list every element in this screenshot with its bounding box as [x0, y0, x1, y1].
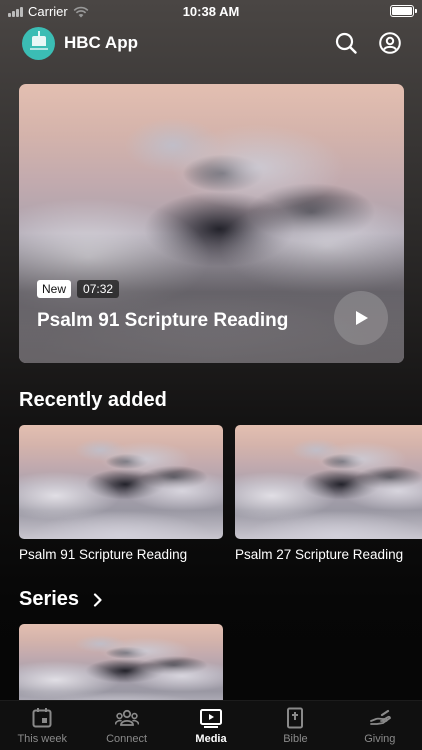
tab-media[interactable]: Media	[169, 701, 253, 750]
tab-connect[interactable]: Connect	[84, 701, 168, 750]
status-bar: Carrier 10:38 AM	[0, 0, 422, 22]
hero-badges: New 07:32	[37, 280, 120, 298]
profile-button[interactable]	[378, 31, 402, 55]
tab-label: This week	[17, 732, 67, 745]
app-header: HBC App	[22, 26, 402, 60]
search-icon	[335, 32, 357, 54]
play-screen-icon	[200, 708, 223, 728]
recently-added-heading: Recently added	[19, 389, 167, 411]
tab-label: Media	[195, 732, 227, 745]
header-actions	[334, 31, 402, 55]
tab-label: Connect	[106, 732, 148, 745]
chevron-right-icon	[93, 592, 102, 607]
calendar-icon	[32, 707, 52, 727]
media-thumbnail	[19, 425, 223, 539]
series-heading-label: Series	[19, 588, 80, 610]
play-button[interactable]	[334, 291, 388, 345]
media-thumbnail	[235, 425, 422, 539]
tab-bar: This week Connect Media Bible Giving	[0, 700, 422, 750]
status-time: 10:38 AM	[182, 4, 240, 19]
duration-badge: 07:32	[77, 280, 120, 298]
tab-bible[interactable]: Bible	[253, 701, 337, 750]
featured-media-card[interactable]: New 07:32 Psalm 91 Scripture Reading	[19, 84, 404, 363]
search-button[interactable]	[334, 31, 358, 55]
tab-this-week[interactable]: This week	[0, 701, 84, 750]
app-title: HBC App	[64, 33, 138, 52]
battery-icon	[390, 5, 417, 17]
series-heading[interactable]: Series	[19, 588, 103, 611]
bible-icon	[287, 707, 304, 728]
giving-hand-icon	[369, 709, 391, 725]
media-card[interactable]: Psalm 27 Scripture Reading	[235, 425, 422, 562]
media-card-title: Psalm 91 Scripture Reading	[19, 547, 188, 562]
tab-label: Giving	[364, 732, 396, 745]
profile-icon	[379, 32, 401, 54]
featured-title: Psalm 91 Scripture Reading	[37, 310, 289, 331]
new-badge: New	[37, 280, 72, 298]
play-icon	[356, 311, 368, 325]
media-card[interactable]: Psalm 91 Scripture Reading	[19, 425, 223, 562]
app-logo	[22, 26, 55, 60]
people-icon	[114, 709, 139, 726]
tab-label: Bible	[283, 732, 308, 745]
media-card-title: Psalm 27 Scripture Reading	[235, 547, 404, 562]
tab-giving[interactable]: Giving	[338, 701, 422, 750]
